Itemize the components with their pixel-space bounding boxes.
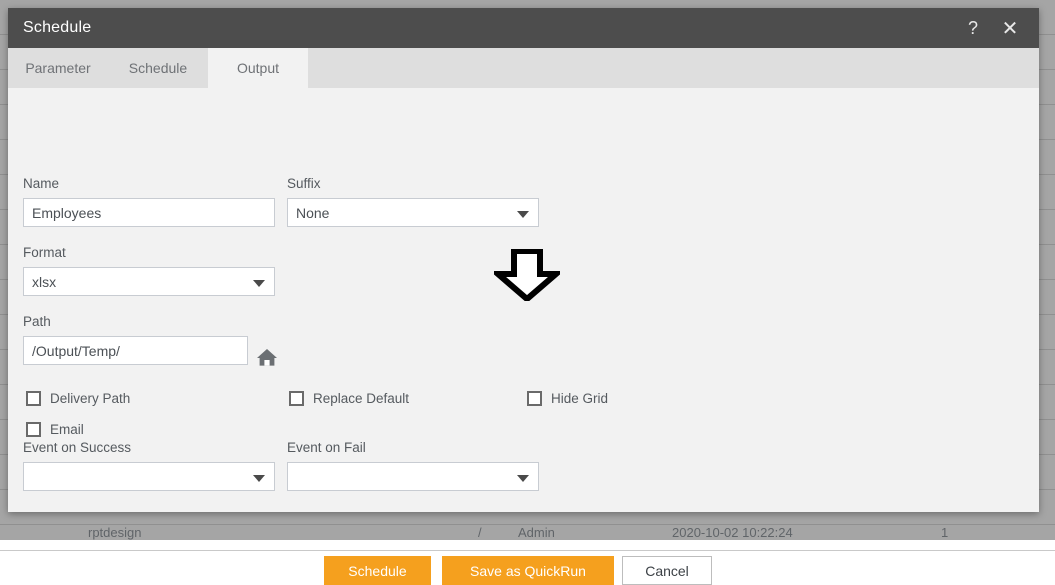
checkbox-box[interactable] xyxy=(26,391,41,406)
checkbox-delivery-path[interactable]: Delivery Path xyxy=(26,391,130,406)
checkbox-label: Hide Grid xyxy=(551,391,609,406)
chevron-down-icon xyxy=(253,279,265,287)
schedule-dialog: Schedule ? ✕ Parameter Schedule Output N… xyxy=(8,8,1039,585)
checkbox-label: Replace Default xyxy=(313,391,410,406)
help-icon[interactable]: ? xyxy=(956,8,990,48)
tab-schedule[interactable]: Schedule xyxy=(108,48,208,88)
tab-parameter[interactable]: Parameter xyxy=(8,48,108,88)
path-label: Path xyxy=(23,314,51,329)
home-icon[interactable] xyxy=(256,346,278,368)
checkbox-box[interactable] xyxy=(527,391,542,406)
dialog-title: Schedule xyxy=(23,19,92,36)
format-value: xlsx xyxy=(32,273,57,290)
chevron-down-icon xyxy=(253,474,265,482)
suffix-select[interactable]: None xyxy=(287,198,539,227)
checkbox-replace-default[interactable]: Replace Default xyxy=(289,391,409,406)
save-quickrun-button[interactable]: Save as QuickRun xyxy=(442,556,614,585)
checkbox-email[interactable]: Email xyxy=(26,422,84,437)
chevron-down-icon xyxy=(517,210,529,218)
event-fail-label: Event on Fail xyxy=(287,440,366,455)
cancel-button[interactable]: Cancel xyxy=(622,556,712,585)
tab-filler xyxy=(308,48,1039,88)
name-label: Name xyxy=(23,176,60,191)
checkbox-label: Delivery Path xyxy=(50,391,131,406)
name-input[interactable]: Employees xyxy=(23,198,275,227)
chevron-down-icon xyxy=(517,474,529,482)
path-input[interactable]: /Output/Temp/ xyxy=(23,336,248,365)
dialog-titlebar: Schedule ? ✕ xyxy=(8,8,1039,48)
suffix-label: Suffix xyxy=(287,176,321,191)
event-success-select[interactable] xyxy=(23,462,275,491)
output-form: Name Employees Suffix None Format xlsx P… xyxy=(8,88,1039,585)
checkbox-box[interactable] xyxy=(289,391,304,406)
event-success-label: Event on Success xyxy=(23,440,132,455)
checkbox-box[interactable] xyxy=(26,422,41,437)
tab-output[interactable]: Output xyxy=(208,48,308,88)
event-fail-select[interactable] xyxy=(287,462,539,491)
format-select[interactable]: xlsx xyxy=(23,267,275,296)
format-label: Format xyxy=(23,245,66,260)
checkbox-label: Email xyxy=(50,422,84,437)
schedule-button[interactable]: Schedule xyxy=(324,556,431,585)
suffix-value: None xyxy=(296,204,330,221)
checkbox-hide-grid[interactable]: Hide Grid xyxy=(527,391,608,406)
close-icon[interactable]: ✕ xyxy=(993,8,1027,48)
dialog-tabs: Parameter Schedule Output xyxy=(8,48,1039,88)
